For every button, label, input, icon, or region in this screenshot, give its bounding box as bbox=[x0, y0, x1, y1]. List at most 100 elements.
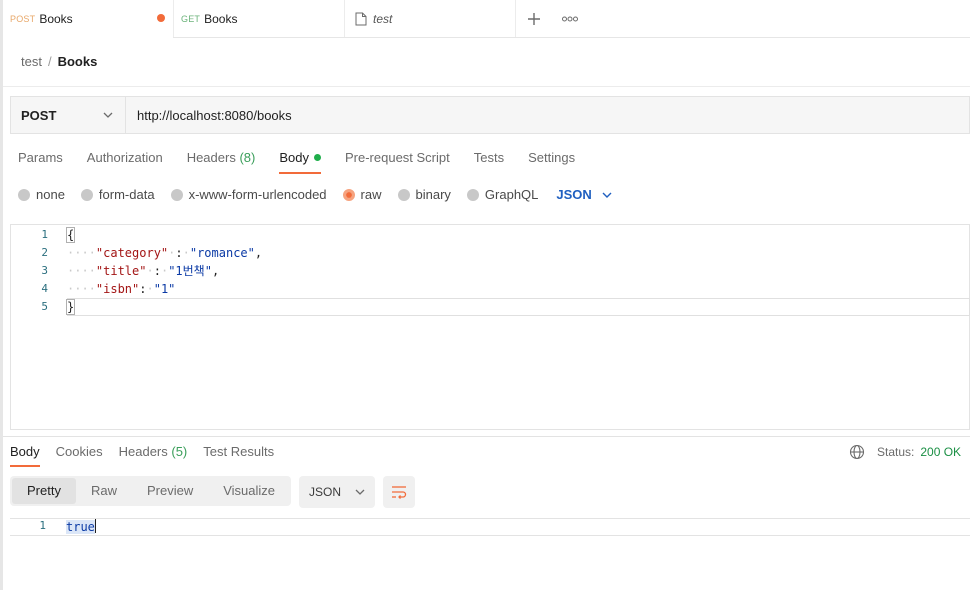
response-view-toggle: Pretty Raw Preview Visualize bbox=[10, 476, 291, 506]
radio-label: GraphQL bbox=[484, 187, 539, 202]
headers-count: (8) bbox=[239, 150, 256, 165]
tab-headers[interactable]: Headers (8) bbox=[187, 150, 256, 174]
radio-selected-icon bbox=[342, 188, 355, 201]
radio-label: form-data bbox=[98, 187, 155, 202]
method-select[interactable]: POST bbox=[11, 97, 126, 133]
response-tab-headers[interactable]: Headers (5) bbox=[119, 444, 188, 467]
code-line: 1 { bbox=[11, 226, 969, 244]
body-language-select[interactable]: JSON bbox=[556, 187, 612, 202]
tab-post-books[interactable]: POST Books bbox=[3, 0, 174, 38]
response-value: true bbox=[66, 520, 95, 534]
plus-icon bbox=[528, 12, 540, 25]
json-key: "title" bbox=[95, 264, 147, 278]
radio-circle-icon bbox=[80, 188, 93, 201]
tab-title: Books bbox=[204, 11, 238, 26]
code-line-active: 5 } bbox=[11, 298, 970, 316]
response-headers-count: (5) bbox=[171, 444, 188, 459]
new-tab-button[interactable] bbox=[516, 0, 552, 37]
chevron-down-icon bbox=[355, 489, 365, 495]
radio-urlencoded[interactable]: x-www-form-urlencoded bbox=[170, 187, 327, 202]
code-line: 4 ····"isbn":·"1" bbox=[11, 280, 969, 298]
radio-circle-icon bbox=[18, 188, 30, 201]
tab-body[interactable]: Body bbox=[279, 150, 321, 174]
radio-none[interactable]: none bbox=[18, 187, 65, 202]
response-tab-test-results[interactable]: Test Results bbox=[203, 444, 274, 467]
tab-test[interactable]: test bbox=[345, 0, 516, 37]
tab-method-label: GET bbox=[181, 13, 201, 24]
tab-title: test bbox=[373, 11, 393, 26]
line-number: 5 bbox=[41, 300, 48, 313]
breadcrumb-separator: / bbox=[47, 54, 52, 69]
view-preview-button[interactable]: Preview bbox=[132, 478, 208, 504]
tab-params[interactable]: Params bbox=[18, 150, 63, 174]
radio-circle-icon bbox=[397, 188, 410, 201]
tab-tests[interactable]: Tests bbox=[474, 150, 504, 174]
text-caret bbox=[94, 519, 96, 533]
line-number: 3 bbox=[41, 264, 48, 277]
body-language-value: JSON bbox=[556, 187, 592, 202]
code-text: ····"isbn":·"1" bbox=[67, 282, 176, 296]
globe-icon[interactable] bbox=[849, 444, 865, 460]
json-value: "romance" bbox=[189, 246, 255, 260]
radio-raw[interactable]: raw bbox=[342, 187, 382, 202]
json-value: "1번책" bbox=[168, 264, 212, 278]
radio-label: binary bbox=[415, 187, 451, 202]
wrap-lines-button[interactable] bbox=[383, 476, 415, 508]
view-visualize-button[interactable]: Visualize bbox=[208, 478, 290, 504]
url-input[interactable] bbox=[126, 97, 969, 133]
view-pretty-button[interactable]: Pretty bbox=[12, 478, 76, 504]
tab-headers-label: Headers bbox=[186, 150, 236, 165]
radio-circle-icon bbox=[466, 188, 479, 201]
radio-binary[interactable]: binary bbox=[397, 187, 451, 202]
radio-circle-icon bbox=[170, 188, 183, 201]
response-tab-body[interactable]: Body bbox=[10, 444, 40, 467]
method-select-value: POST bbox=[21, 107, 57, 123]
json-key: "isbn" bbox=[95, 282, 140, 296]
response-tabs: Body Cookies Headers (5) Test Results bbox=[10, 444, 274, 467]
radio-graphql[interactable]: GraphQL bbox=[466, 187, 539, 202]
tab-authorization[interactable]: Authorization bbox=[87, 150, 163, 174]
breadcrumb: test / Books bbox=[21, 54, 97, 69]
tab-get-books[interactable]: GET Books bbox=[174, 0, 345, 37]
tab-title: Books bbox=[39, 11, 73, 26]
line-number: 2 bbox=[41, 246, 48, 259]
response-format-select[interactable]: JSON bbox=[299, 476, 375, 508]
line-number: 1 bbox=[41, 228, 48, 241]
status-label: Status: bbox=[877, 445, 915, 459]
breadcrumb-request[interactable]: Books bbox=[58, 54, 98, 69]
code-text: { bbox=[65, 226, 76, 244]
code-text: ····"category"·:·"romance", bbox=[67, 246, 263, 260]
breadcrumb-collection[interactable]: test bbox=[21, 54, 42, 69]
chevron-down-icon bbox=[602, 192, 612, 198]
code-line: 3 ····"title"·:·"1번책", bbox=[11, 262, 969, 280]
json-key: "category" bbox=[95, 246, 169, 260]
tab-prerequest-script[interactable]: Pre-request Script bbox=[345, 150, 450, 174]
document-icon bbox=[355, 12, 367, 25]
chevron-down-icon bbox=[103, 112, 113, 118]
response-divider[interactable] bbox=[3, 436, 970, 437]
response-status: Status: 200 OK bbox=[849, 444, 961, 460]
response-tab-cookies[interactable]: Cookies bbox=[56, 444, 103, 467]
radio-label: raw bbox=[360, 187, 382, 202]
request-tab-strip: POST Books GET Books test bbox=[3, 0, 970, 38]
wrap-lines-icon bbox=[392, 486, 407, 499]
status-value[interactable]: 200 OK bbox=[920, 445, 961, 459]
response-text: true bbox=[66, 519, 96, 534]
tab-method-label: POST bbox=[10, 13, 36, 24]
more-dots-icon bbox=[562, 16, 578, 21]
window-left-edge bbox=[0, 0, 3, 590]
active-line-highlight bbox=[67, 298, 970, 316]
body-indicator-dot-icon bbox=[313, 154, 321, 161]
more-tabs-button[interactable] bbox=[552, 0, 588, 37]
json-value: "1" bbox=[153, 282, 176, 296]
radio-form-data[interactable]: form-data bbox=[80, 187, 155, 202]
code-text: ····"title"·:·"1번책", bbox=[67, 264, 220, 278]
tab-settings[interactable]: Settings bbox=[528, 150, 575, 174]
view-raw-button[interactable]: Raw bbox=[76, 478, 132, 504]
divider bbox=[3, 86, 970, 87]
request-body-editor[interactable]: 1 { 2 ····"category"·:·"romance", 3 ····… bbox=[10, 224, 970, 430]
response-body-viewer[interactable]: 1 true bbox=[10, 518, 970, 536]
request-url-bar: POST bbox=[10, 96, 970, 134]
response-format-value: JSON bbox=[309, 485, 342, 499]
radio-label: none bbox=[36, 187, 65, 202]
